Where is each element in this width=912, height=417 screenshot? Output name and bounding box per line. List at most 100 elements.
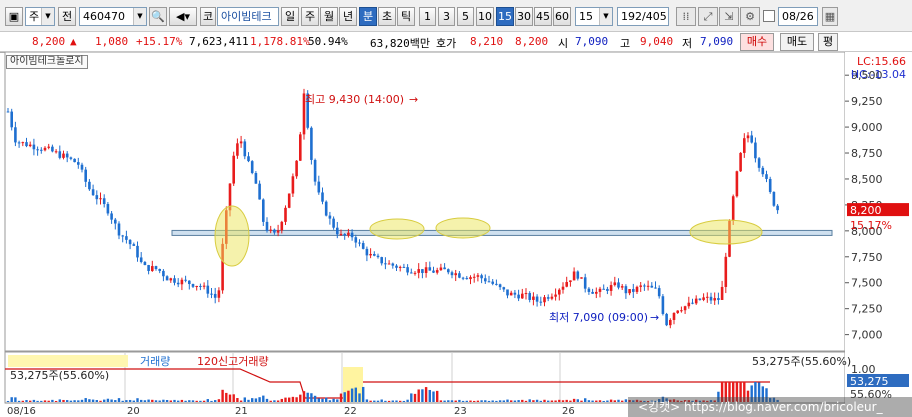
x-tick-label: 20	[127, 406, 140, 417]
candle-body	[613, 282, 617, 286]
all-button[interactable]: 전	[58, 7, 76, 26]
stock-code-input[interactable]: 460470 ▼	[79, 7, 147, 26]
grid-icon[interactable]: ⁞⁞	[676, 7, 696, 26]
candle-body	[624, 286, 628, 294]
volume-bar	[288, 397, 291, 402]
price-panel-frame	[4, 52, 846, 352]
volume-bar	[191, 400, 195, 402]
market-prefix-button[interactable]: 코	[200, 7, 216, 26]
candle-body	[417, 269, 420, 273]
volume-bar	[402, 400, 406, 402]
interval-5-button[interactable]: 5	[457, 7, 474, 26]
volume-bar	[132, 400, 135, 402]
window-menu-icon[interactable]: ▣	[5, 7, 23, 26]
volume-legend-1: 거래량	[140, 355, 170, 368]
high-label: 고	[620, 37, 631, 50]
volume-bar	[572, 398, 576, 402]
volume-bar	[40, 400, 43, 402]
candle-body	[184, 279, 187, 281]
volume-left-value: 53,275주(55.60%)	[10, 369, 109, 382]
candle-body	[191, 284, 195, 287]
candle-body	[169, 278, 173, 281]
candle-body	[465, 278, 469, 280]
highlight-ellipse	[214, 205, 250, 267]
candle-body	[424, 267, 428, 274]
interval-60-button[interactable]: 60	[553, 7, 571, 26]
volume-bar	[147, 399, 150, 402]
period-tick-button[interactable]: 틱	[397, 7, 415, 26]
x-tick-label: 21	[235, 406, 248, 417]
period-week-button[interactable]: 주	[301, 7, 319, 26]
candle-body	[343, 233, 346, 236]
interval-3-button[interactable]: 3	[438, 7, 455, 26]
candle-body	[680, 310, 683, 312]
candle-body	[373, 253, 376, 256]
candle-body	[232, 155, 235, 184]
buy-button[interactable]: 매수	[740, 33, 774, 51]
candle-body	[73, 158, 76, 163]
draw-line-icon[interactable]: ⤢	[698, 7, 718, 26]
stock-name-field[interactable]: 아이빔테크	[217, 7, 279, 26]
volume-bar	[313, 395, 317, 402]
date-field[interactable]: 08/26	[778, 7, 818, 26]
evaluate-button[interactable]: 평	[818, 33, 838, 51]
volume-bar	[258, 397, 261, 402]
candle-body	[617, 282, 620, 288]
volume-bar	[306, 392, 309, 402]
interval-15-button[interactable]: 15	[496, 7, 514, 26]
volume-bar	[432, 391, 435, 402]
volume-bar	[225, 392, 228, 402]
candle-body	[162, 270, 165, 277]
volume-bar	[576, 399, 579, 402]
candle-body	[254, 173, 258, 184]
period-minute-button[interactable]: 분	[359, 7, 377, 26]
gear-icon[interactable]: ⚙	[740, 7, 760, 26]
volume-bar	[480, 400, 483, 402]
period-year-button[interactable]: 년	[339, 7, 357, 26]
interval-1-button[interactable]: 1	[419, 7, 436, 26]
volume-bar	[602, 400, 605, 402]
low-label: 저	[682, 37, 693, 50]
candle-body	[476, 275, 480, 277]
search-icon[interactable]: 🔍	[149, 7, 167, 26]
candle-body	[661, 296, 665, 314]
open-price: 7,090	[575, 35, 609, 48]
volume-bar	[184, 400, 187, 402]
volume-bar	[365, 399, 369, 402]
candle-body	[687, 302, 691, 307]
candle-body	[509, 292, 513, 296]
calendar-icon[interactable]: ▦	[822, 7, 838, 26]
count-value: 192	[621, 10, 642, 23]
candle-body	[654, 287, 657, 289]
candle-body	[768, 178, 772, 192]
sell-button[interactable]: 매도	[780, 33, 814, 51]
candle-body	[495, 283, 498, 285]
date-checkbox[interactable]	[763, 10, 775, 22]
interval-30-button[interactable]: 30	[515, 7, 533, 26]
sound-icon[interactable]: ◀▾	[169, 7, 197, 26]
volume-bar	[202, 400, 206, 402]
interval-45-button[interactable]: 45	[534, 7, 552, 26]
volume-bar	[69, 400, 73, 402]
scale-icon[interactable]: ⇲	[719, 7, 739, 26]
volume-bar	[373, 400, 376, 402]
candle-body	[58, 151, 62, 158]
interval-input[interactable]: 15 ▼	[575, 7, 613, 26]
candle-body	[691, 302, 694, 304]
count-field[interactable]: 192/405	[617, 7, 669, 26]
volume-bar	[66, 400, 69, 402]
candle-body	[528, 293, 531, 300]
candle-body	[188, 280, 191, 285]
interval-10-button[interactable]: 10	[476, 7, 494, 26]
candle-body	[114, 219, 117, 224]
volume-bar	[180, 399, 184, 402]
period-month-button[interactable]: 월	[320, 7, 338, 26]
period-day-button[interactable]: 일	[281, 7, 299, 26]
volume-bar	[254, 398, 258, 402]
price-tag-pct: 15.17%	[850, 219, 892, 232]
volume-bar	[302, 391, 306, 402]
market-select[interactable]: 주 ▼	[25, 7, 55, 26]
period-second-button[interactable]: 초	[378, 7, 396, 26]
candle-body	[428, 267, 432, 271]
volume-bar	[51, 399, 54, 402]
